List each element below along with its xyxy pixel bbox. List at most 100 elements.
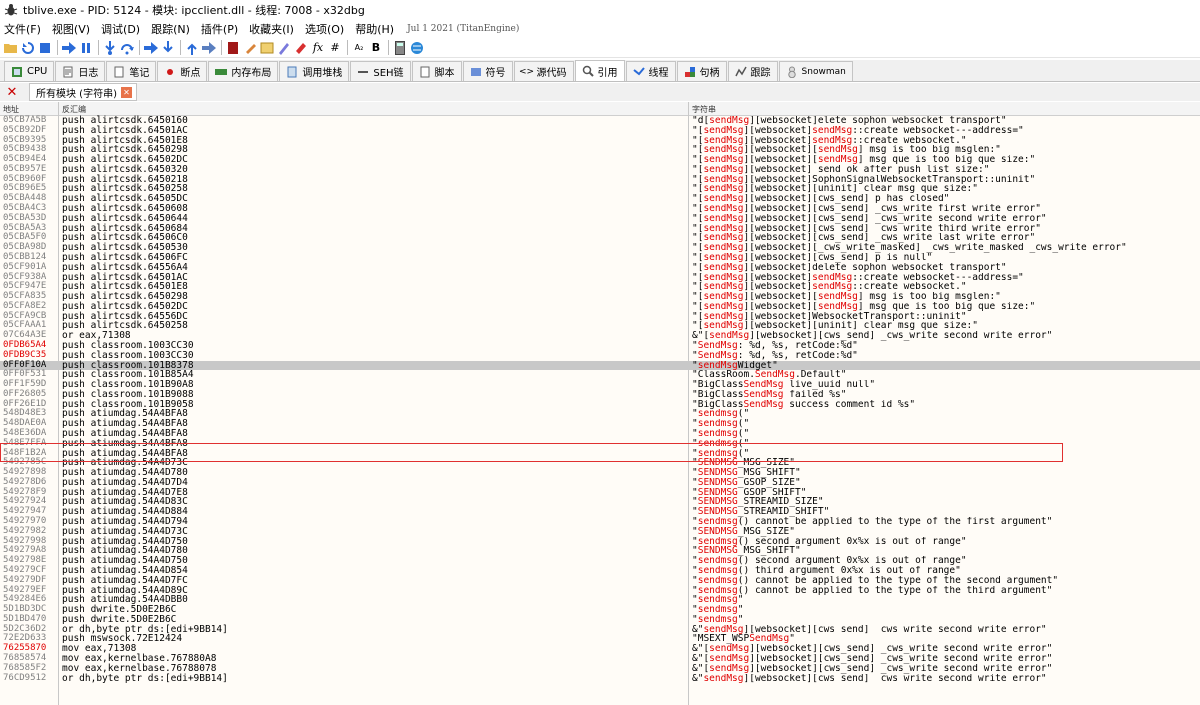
- row-string: "[sendMsg][websocket][cws_send] _cws_wri…: [692, 204, 1197, 214]
- table-row[interactable]: 549284E6 push atiumdag.54A4DBB0 "sendmsg": [0, 594, 1200, 606]
- tab-seh-chain[interactable]: SEH链: [350, 61, 411, 81]
- patch-icon[interactable]: [242, 40, 258, 56]
- menu-help[interactable]: 帮助(H): [355, 21, 394, 37]
- menu-favourites[interactable]: 收藏夹(I): [249, 21, 294, 37]
- string-match: sendmsg: [697, 556, 738, 566]
- tab-snowman[interactable]: Snowman: [778, 61, 853, 81]
- string-match: SendMsg: [697, 340, 738, 351]
- tab-label: CPU: [27, 66, 48, 77]
- toolbar-separator: [98, 40, 99, 55]
- string-match: SendMsg: [754, 370, 795, 381]
- row-disassembly: push mswsock.72E12424: [62, 633, 183, 645]
- labels-icon[interactable]: [276, 40, 292, 56]
- close-tab-icon[interactable]: ✕: [120, 86, 132, 98]
- menu-view[interactable]: 视图(V): [52, 21, 90, 37]
- pause-icon[interactable]: [78, 40, 94, 56]
- tab-breakpoints[interactable]: 断点: [157, 61, 208, 81]
- open-folder-icon[interactable]: [3, 40, 19, 56]
- comments-icon[interactable]: [259, 40, 275, 56]
- string-text: ] msg que is too big que size:": [857, 301, 1036, 312]
- string-text: : %d, %s, retCode:%d": [737, 350, 858, 361]
- row-string: "[sendMsg][websocket][sendMsg] msg is to…: [692, 145, 1197, 155]
- tab-cpu[interactable]: CPU: [4, 61, 55, 81]
- tab-trace[interactable]: 跟踪: [727, 61, 778, 81]
- string-match: sendMsg: [703, 125, 744, 136]
- menu-plugins[interactable]: 插件(P): [201, 21, 238, 37]
- globe-icon[interactable]: [409, 40, 425, 56]
- menu-debug[interactable]: 调试(D): [101, 21, 140, 37]
- row-string: "[sendMsg][websocket]delete sophon webso…: [692, 263, 1197, 273]
- tab-symbols[interactable]: 符号: [462, 61, 513, 81]
- string-match: sendMsg: [703, 184, 744, 195]
- run-icon[interactable]: [61, 40, 77, 56]
- tab-handles[interactable]: 句柄: [676, 61, 727, 81]
- tab-log[interactable]: 日志: [55, 61, 106, 81]
- string-match: sendmsg: [697, 517, 738, 527]
- string-text: _STREAMID_SHIFT": [737, 507, 830, 518]
- row-string: "sendmsg(": [692, 419, 1197, 429]
- string-match: sendMsg: [703, 204, 744, 214]
- string-text: &": [692, 673, 704, 684]
- string-text: ][websocket][cws_send] _cws_write second…: [749, 663, 1053, 674]
- table-row[interactable]: 76CD9512 or dh,byte ptr ds:[edi+9BB14] &"s…: [0, 673, 1200, 684]
- close-references-icon[interactable]: ✕: [5, 85, 19, 100]
- string-text: ][websocket][uninit] clear msg que size:…: [743, 321, 979, 332]
- row-string: "[sendMsg][websocket]sendMsg::create web…: [692, 282, 1197, 292]
- execute-till-return-icon[interactable]: [184, 40, 200, 56]
- row-string: "[sendMsg][websocket]SophonSignalWebsock…: [692, 175, 1197, 185]
- tab-threads[interactable]: 线程: [625, 61, 676, 81]
- column-header-disassembly[interactable]: 反汇编: [62, 104, 86, 115]
- string-match: sendMsg: [697, 360, 738, 371]
- row-string: "sendmsg() cannot be applied to the type…: [692, 576, 1197, 586]
- string-text: : %d, %s, retCode:%d": [737, 340, 858, 351]
- column-header-address[interactable]: 地址: [3, 104, 19, 115]
- string-text: ": [737, 614, 744, 625]
- functions-icon[interactable]: fx: [310, 40, 326, 56]
- string-text: ][websocket]: [743, 282, 813, 293]
- tab-script[interactable]: 脚本: [411, 61, 462, 81]
- tab-references[interactable]: 引用: [574, 60, 625, 81]
- tab-label: 笔记: [129, 68, 150, 79]
- scylla-icon[interactable]: [225, 40, 241, 56]
- trace-into-icon[interactable]: [143, 40, 159, 56]
- cpu-icon: [11, 66, 23, 78]
- table-body: 05CB7A5B push alirtcsdk.6450160 "d[sendMsg…: [0, 115, 1200, 684]
- menu-options[interactable]: 选项(O): [305, 21, 344, 37]
- menu-trace[interactable]: 跟踪(N): [151, 21, 190, 37]
- row-string: "SENDMSG_MSG_SIZE": [692, 458, 1197, 468]
- tab-memory-map[interactable]: 内存布局: [208, 61, 279, 81]
- step-over-icon[interactable]: [119, 40, 135, 56]
- bookmarks-icon[interactable]: [293, 40, 309, 56]
- calculator-icon[interactable]: [392, 40, 408, 56]
- row-string: "[sendMsg][websocket][_cws_write_masked]…: [692, 243, 1197, 253]
- row-string: "SENDMSG_STREAMID_SIZE": [692, 497, 1197, 507]
- font-size-icon[interactable]: A₂: [351, 40, 367, 56]
- hash-icon[interactable]: #: [327, 40, 343, 56]
- stop-icon[interactable]: [37, 40, 53, 56]
- table-row[interactable]: 72E2D633 push mswsock.72E12424 "MSEXT_WSPS…: [0, 634, 1200, 644]
- string-text: "MSEXT_WSP: [692, 634, 750, 645]
- source-icon: <>: [518, 66, 535, 77]
- table-row[interactable]: 5D1BD3DC push dwrite.5D0E2B6C "sendmsg": [0, 604, 1200, 615]
- string-text: "[: [692, 155, 704, 165]
- build-date: Jul 1 2021 (TitanEngine): [407, 24, 520, 34]
- table-header: 地址 反汇编 字符串: [0, 102, 1200, 116]
- x32dbg-window: tblive.exe - PID: 5124 - 模块: ipcclient.d…: [0, 0, 1200, 705]
- string-text: ] msg que is too big que size:": [857, 155, 1036, 165]
- restart-icon[interactable]: [20, 40, 36, 56]
- run-to-user-code-icon[interactable]: [201, 40, 217, 56]
- menu-file[interactable]: 文件(F): [4, 21, 41, 37]
- subtab-all-modules-strings[interactable]: 所有模块 (字符串) ✕: [29, 83, 137, 101]
- view-tab-bar: CPU 日志 笔记 断点 内存布局 调用堆栈 SEH链 脚本 符号 <> 源代码 …: [0, 60, 1200, 82]
- tab-notes[interactable]: 笔记: [106, 61, 157, 81]
- tab-call-stack[interactable]: 调用堆栈: [279, 61, 350, 81]
- string-text: _GSOP_SHIFT": [737, 487, 807, 498]
- trace-over-icon[interactable]: [160, 40, 176, 56]
- table-row[interactable]: 05CFAAA1 push alirtcsdk.6450258 "[sendMsg]…: [0, 321, 1200, 331]
- column-header-string[interactable]: 字符串: [692, 104, 716, 115]
- string-text: ": [737, 595, 744, 606]
- tab-source[interactable]: <> 源代码: [513, 61, 574, 81]
- step-into-icon[interactable]: [102, 40, 118, 56]
- tab-label: 调用堆栈: [302, 68, 343, 79]
- bold-icon[interactable]: B: [368, 40, 384, 56]
